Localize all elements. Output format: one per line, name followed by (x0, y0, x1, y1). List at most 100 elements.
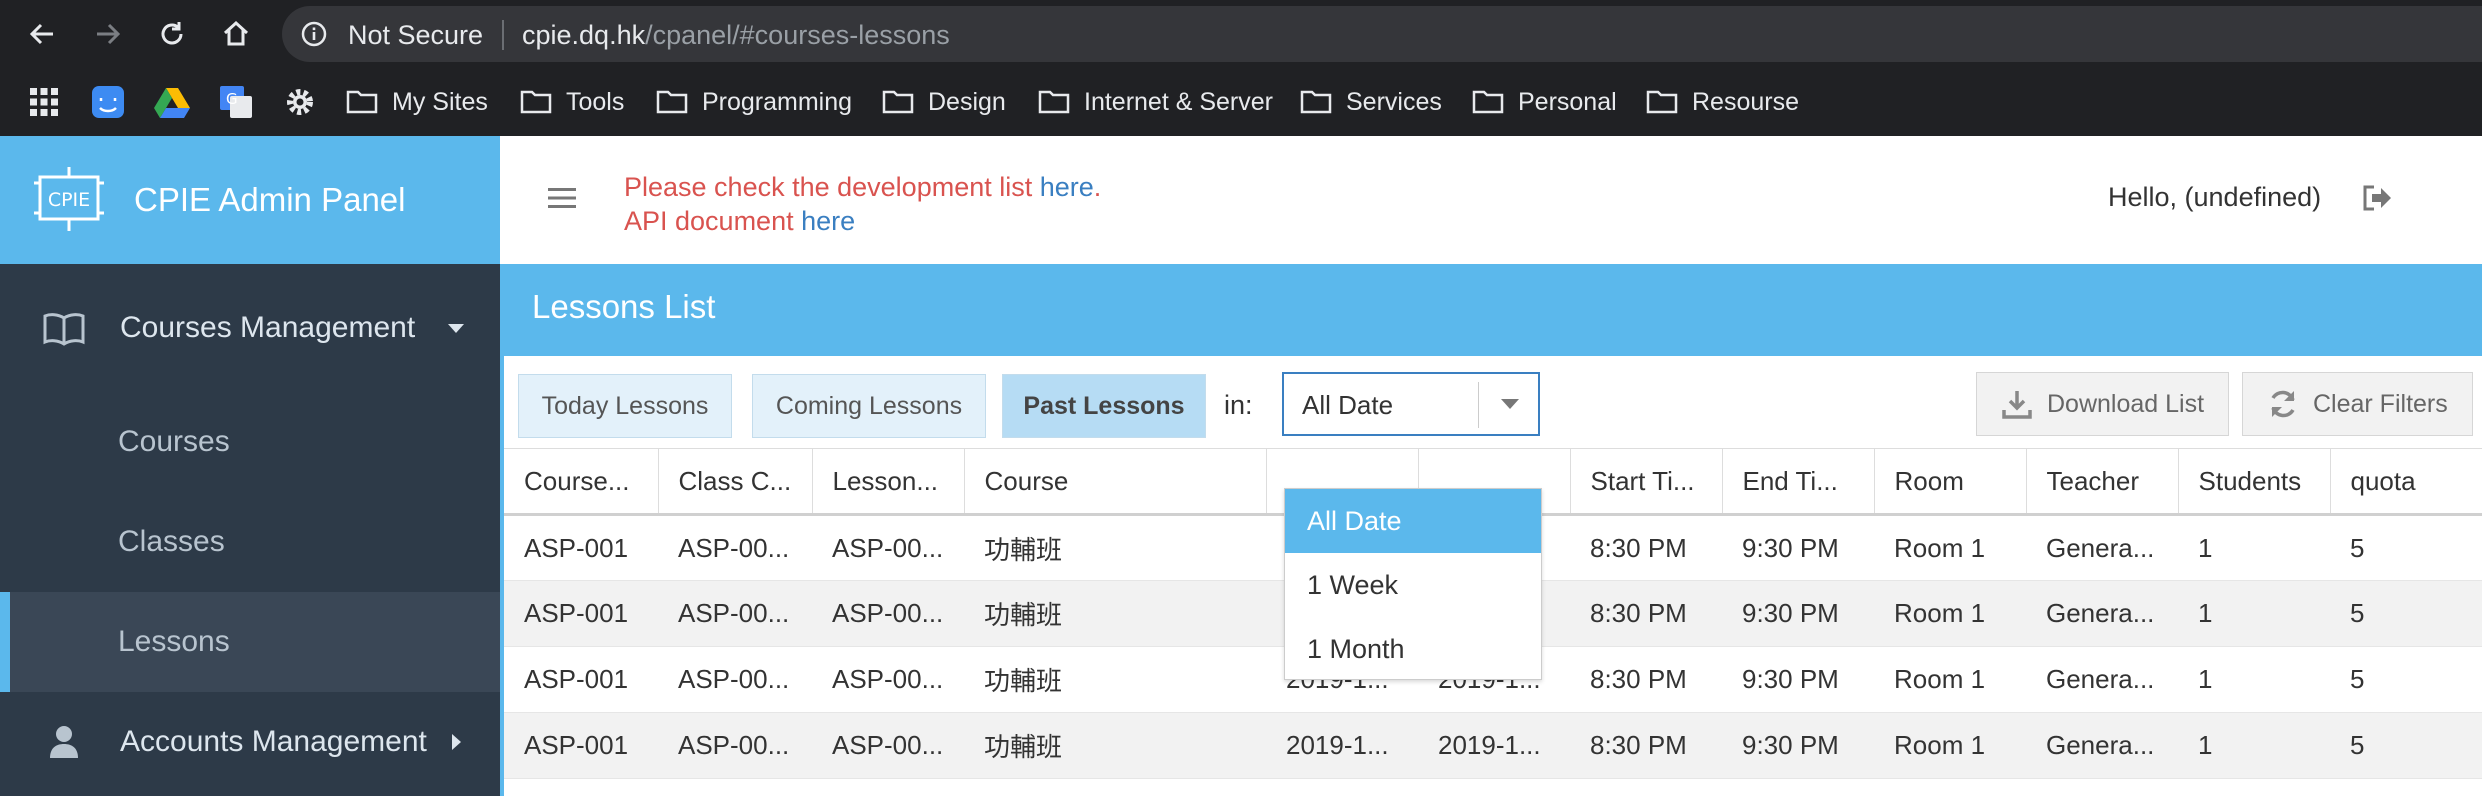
date-option-1-week[interactable]: 1 Week (1285, 553, 1541, 617)
table-cell: 1 (2178, 712, 2330, 779)
logout-icon[interactable] (2362, 184, 2392, 212)
folder-icon (656, 90, 688, 114)
table-cell: 9:30 PM (1722, 514, 1874, 581)
bookmark-resourse[interactable]: Resourse (1646, 80, 1799, 124)
folder-icon (1646, 90, 1678, 114)
user-greeting: Hello, (undefined) (2108, 182, 2322, 212)
sidebar: CPIE CPIE Admin Panel Courses Management… (0, 136, 500, 796)
column-header[interactable]: End Ti... (1722, 448, 1875, 516)
download-list-button[interactable]: Download List (1976, 372, 2230, 436)
filter-bar: Today Lessons Coming Lessons Past Lesson… (504, 356, 2482, 448)
column-header[interactable]: Students (2178, 448, 2331, 516)
column-header[interactable]: Room (1874, 448, 2027, 516)
svg-text:G: G (226, 90, 238, 108)
reload-icon[interactable] (152, 14, 192, 54)
column-header[interactable]: Class C... (658, 448, 813, 516)
folder-icon (1038, 90, 1070, 114)
menu-accounts-management[interactable]: Accounts Management (0, 692, 500, 792)
table-cell: 5 (2330, 514, 2482, 581)
page-title: Lessons List (532, 288, 716, 325)
sidebar-item-lessons[interactable]: Lessons (0, 592, 500, 692)
date-range-value: All Date (1302, 390, 1394, 420)
menu-courses-management[interactable]: Courses Management (0, 264, 500, 392)
forward-icon[interactable] (88, 14, 128, 54)
today-lessons-button[interactable]: Today Lessons (518, 374, 732, 438)
bookmark-internet-server[interactable]: Internet & Server (1038, 80, 1273, 124)
date-option-all[interactable]: All Date (1285, 489, 1541, 553)
table-cell: Room 1 (1874, 580, 2026, 647)
table-cell: 8:30 PM (1570, 580, 1722, 647)
table-cell: 2019-1... (1266, 712, 1418, 779)
url-text[interactable]: cpie.dq.hk/cpanel/#courses-lessons (522, 20, 950, 51)
book-icon (43, 313, 85, 346)
settings-icon[interactable] (280, 82, 320, 122)
table-cell: 8:30 PM (1570, 646, 1722, 713)
address-bar[interactable]: Not Secure cpie.dq.hk/cpanel/#courses-le… (282, 6, 2482, 62)
past-lessons-button[interactable]: Past Lessons (1002, 374, 1206, 438)
date-option-1-month[interactable]: 1 Month (1285, 617, 1541, 681)
date-range-select[interactable]: All Date (1282, 372, 1540, 436)
menu-accounts-management-label: Accounts Management (120, 725, 427, 758)
drive-icon[interactable] (152, 82, 192, 122)
table-cell: 8:30 PM (1570, 514, 1722, 581)
brand[interactable]: CPIE CPIE Admin Panel (0, 136, 500, 264)
refresh-icon (2271, 390, 2295, 418)
table-cell: 9:30 PM (1722, 646, 1874, 713)
table-cell: Genera... (2026, 580, 2178, 647)
bookmark-programming[interactable]: Programming (656, 80, 852, 124)
bookmark-tools[interactable]: Tools (520, 80, 624, 124)
table-cell: Room 1 (1874, 514, 2026, 581)
sidebar-item-label: Lessons (118, 625, 230, 658)
table-cell: 5 (2330, 580, 2482, 647)
table-cell: 9:30 PM (1722, 580, 1874, 647)
table-cell: ASP-001 (504, 514, 658, 581)
brand-name: CPIE Admin Panel (134, 181, 406, 218)
apps-icon[interactable] (24, 82, 64, 122)
sidebar-item-label: Courses (118, 425, 230, 458)
column-header[interactable]: Start Ti... (1570, 448, 1723, 516)
separator (502, 20, 504, 50)
menu-icon[interactable] (548, 186, 576, 210)
api-doc-link[interactable]: here (801, 206, 855, 236)
sidebar-item-classes[interactable]: Classes (0, 492, 500, 592)
table-cell: Genera... (2026, 712, 2178, 779)
back-icon[interactable] (22, 14, 62, 54)
bookmark-design[interactable]: Design (882, 80, 1006, 124)
column-header[interactable]: quota (2330, 448, 2482, 516)
table-cell: 1 (2178, 646, 2330, 713)
date-range-dropdown: All Date 1 Week 1 Month (1284, 488, 1542, 680)
dev-list-link[interactable]: here (1040, 172, 1094, 202)
svg-text:CPIE: CPIE (48, 189, 90, 211)
folder-icon (1472, 90, 1504, 114)
header: Please check the development list here. … (500, 136, 2482, 264)
clear-filters-button[interactable]: Clear Filters (2242, 372, 2473, 436)
table-cell: 1 (2178, 514, 2330, 581)
table-row[interactable]: ASP-001 ASP-00... ASP-00... 功輔班 2019-1..… (504, 712, 2482, 779)
table-cell: ASP-00... (812, 646, 964, 713)
column-header[interactable]: Course... (504, 448, 659, 516)
coming-lessons-button[interactable]: Coming Lessons (752, 374, 986, 438)
bookmarks-bar: G My Sites Tools Programming Design Inte… (0, 68, 2482, 136)
sidebar-item-courses[interactable]: Courses (0, 392, 500, 492)
home-icon[interactable] (216, 14, 256, 54)
table-cell: ASP-00... (812, 580, 964, 647)
folder-icon (346, 90, 378, 114)
table-cell: 5 (2330, 646, 2482, 713)
info-icon[interactable] (300, 20, 328, 48)
table-cell: 2019-1... (1418, 712, 1570, 779)
menu-courses-management-label: Courses Management (120, 311, 416, 344)
bookmark-my-sites[interactable]: My Sites (346, 80, 488, 124)
table-cell: Room 1 (1874, 712, 2026, 779)
finder-icon[interactable] (88, 82, 128, 122)
column-header[interactable]: Lesson... (812, 448, 965, 516)
table-cell: ASP-001 (504, 646, 658, 713)
bookmark-personal[interactable]: Personal (1472, 80, 1617, 124)
column-header[interactable]: Course (964, 448, 1267, 516)
bookmark-services[interactable]: Services (1300, 80, 1442, 124)
select-divider (1478, 382, 1479, 428)
dev-notice: Please check the development list here. … (624, 172, 1102, 236)
table-cell: ASP-001 (504, 580, 658, 647)
column-header[interactable]: Teacher (2026, 448, 2179, 516)
security-label: Not Secure (348, 20, 484, 50)
translate-icon[interactable]: G (216, 82, 256, 122)
